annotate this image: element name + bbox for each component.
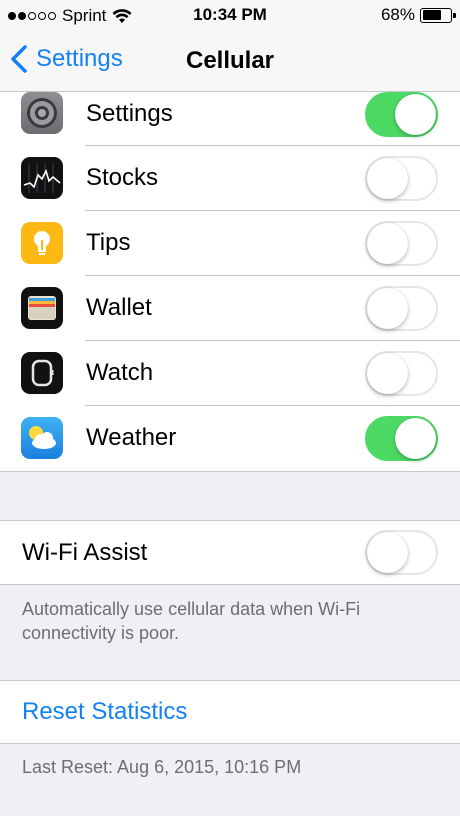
toggle-knob <box>395 94 436 135</box>
wifi-assist-footer: Automatically use cellular data when Wi-… <box>22 599 361 643</box>
toggle-knob <box>395 418 436 459</box>
toggle-knob <box>367 288 408 329</box>
toggle-knob <box>367 158 408 199</box>
stocks-cellular-toggle[interactable] <box>365 156 438 201</box>
wifi-assist-row: Wi-Fi Assist <box>0 520 460 585</box>
app-label: Tips <box>86 229 131 256</box>
toggle-knob <box>367 223 408 264</box>
tips-app-icon <box>21 222 63 264</box>
list-item-wallet: Wallet <box>0 276 460 341</box>
stocks-app-icon <box>21 157 63 199</box>
back-button[interactable]: Settings <box>10 44 123 74</box>
battery-nub <box>453 12 456 18</box>
list-item-watch: Watch <box>0 341 460 406</box>
wifi-assist-toggle[interactable] <box>365 530 438 575</box>
back-button-label: Settings <box>36 45 123 72</box>
weather-app-icon <box>21 417 63 459</box>
toggle-knob <box>367 532 408 573</box>
list-item-stocks: Stocks <box>0 146 460 211</box>
settings-cellular-toggle[interactable] <box>365 92 438 137</box>
settings-app-icon <box>21 92 63 134</box>
app-label: Stocks <box>86 164 159 191</box>
battery-fill <box>422 10 441 20</box>
wifi-assist-label: Wi-Fi Assist <box>22 539 148 566</box>
watch-app-icon <box>21 352 63 394</box>
app-label: Wallet <box>86 294 152 321</box>
battery-percent: 68% <box>380 5 415 24</box>
last-reset-text: Last Reset: Aug 6, 2015, 10:16 PM <box>22 757 302 777</box>
app-cellular-list: Settings Stocks Tips Wallet Watch Weathe… <box>0 92 460 472</box>
chevron-left-icon <box>11 45 27 73</box>
app-label: Weather <box>86 424 177 451</box>
battery-icon <box>420 7 456 23</box>
toggle-knob <box>367 353 408 394</box>
list-item-tips: Tips <box>0 211 460 276</box>
tips-cellular-toggle[interactable] <box>365 221 438 266</box>
reset-statistics-button[interactable]: Reset Statistics <box>22 697 187 727</box>
list-item-settings: Settings <box>0 92 460 146</box>
watch-cellular-toggle[interactable] <box>365 351 438 396</box>
weather-cellular-toggle[interactable] <box>365 416 438 461</box>
wallet-cellular-toggle[interactable] <box>365 286 438 331</box>
status-bar: Sprint 10:34 PM 68% <box>0 0 460 32</box>
wallet-app-icon <box>21 287 63 329</box>
navigation-bar: Settings Cellular <box>0 32 460 92</box>
app-label: Watch <box>86 359 154 386</box>
app-label: Settings <box>86 100 173 127</box>
status-right: 68% <box>380 5 456 25</box>
reset-statistics-row: Reset Statistics <box>0 680 460 744</box>
list-item-weather: Weather <box>0 406 460 471</box>
